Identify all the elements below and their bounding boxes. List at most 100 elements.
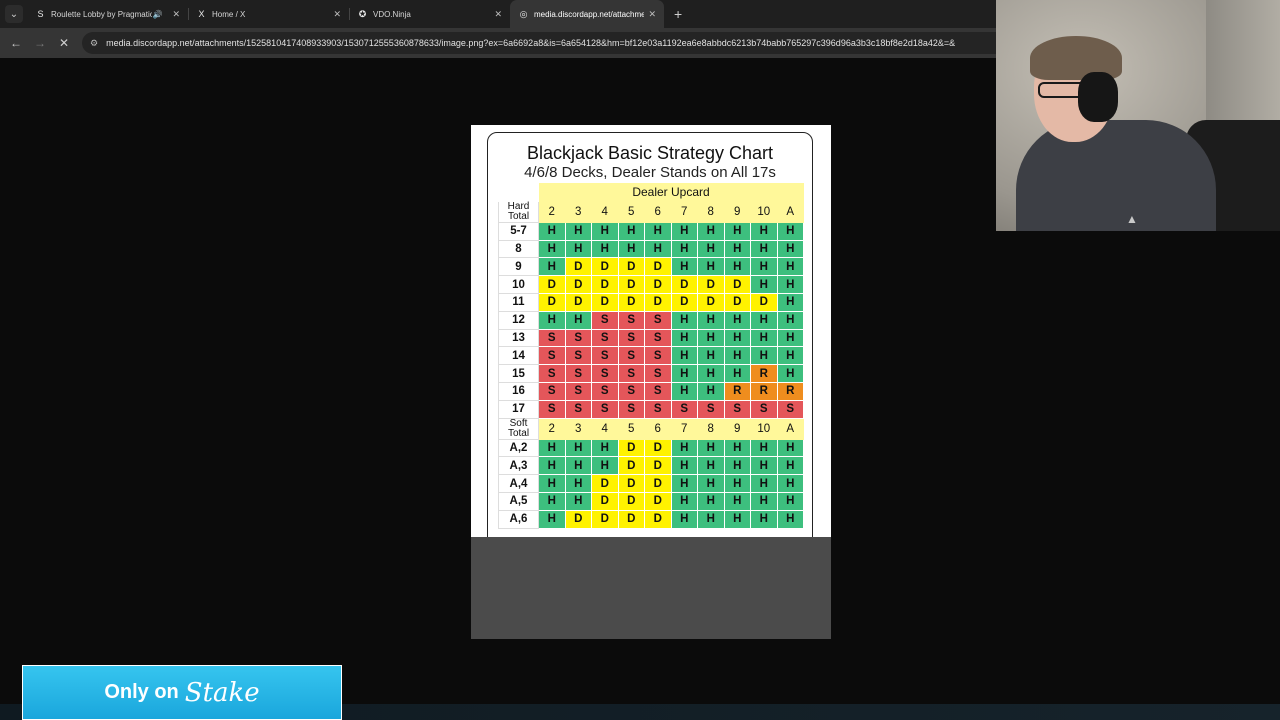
- strategy-cell: H: [697, 257, 725, 277]
- chevron-down-icon[interactable]: ⌄: [5, 5, 23, 23]
- row-label: A,6: [498, 509, 539, 529]
- strategy-cell: H: [697, 456, 725, 476]
- webcam-person-body: [1016, 120, 1216, 231]
- strategy-cell: H: [591, 221, 619, 241]
- strategy-cell: D: [644, 292, 672, 312]
- strategy-cell: S: [538, 399, 566, 419]
- tab-0[interactable]: S Roulette Lobby by Pragmatic 🔊 ✕: [27, 0, 188, 28]
- strategy-cell: S: [538, 364, 566, 383]
- hard-upcard-row: Hard Total 2 3 4 5 6 7 8 9 10 A: [498, 200, 804, 223]
- strategy-cell: H: [723, 310, 751, 330]
- row-label: 16: [498, 381, 539, 401]
- upcard-10: 10: [750, 200, 778, 223]
- row-label: 9: [498, 257, 539, 277]
- strategy-cell: H: [670, 381, 698, 401]
- tab-title: VDO.Ninja: [373, 9, 411, 19]
- strategy-cell: H: [776, 456, 804, 476]
- banner-text: Only on: [104, 681, 179, 703]
- strategy-cell: H: [670, 491, 698, 511]
- strategy-cell: H: [697, 474, 725, 493]
- screen: ⌄ S Roulette Lobby by Pragmatic 🔊 ✕ X Home / …: [0, 0, 1280, 720]
- chart-subtitle: 4/6/8 Decks, Dealer Stands on All 17s: [524, 164, 776, 181]
- sponsor-banner: Only on Stake: [22, 665, 342, 720]
- strategy-cell: H: [723, 456, 751, 476]
- speaker-icon[interactable]: 🔊: [152, 10, 162, 19]
- strategy-cell: H: [670, 509, 698, 529]
- upcard-3: 3: [564, 417, 592, 440]
- strategy-cell: H: [776, 310, 804, 330]
- close-icon[interactable]: ✕: [494, 9, 502, 20]
- upcard-10: 10: [750, 417, 778, 440]
- strategy-row: A,6 H D D D D H H H H H: [498, 509, 804, 529]
- site-info-icon[interactable]: ⚙: [90, 38, 98, 49]
- strategy-row: 10 D D D D D D D D H H: [498, 275, 804, 294]
- strategy-cell: S: [564, 328, 592, 348]
- strategy-cell: H: [723, 221, 751, 241]
- strategy-cell: D: [670, 292, 698, 312]
- plus-icon[interactable]: +: [674, 6, 682, 22]
- strategy-row: 16 S S S S S H H R R R: [498, 381, 804, 401]
- strategy-cell: H: [776, 364, 804, 383]
- upcard-5: 5: [617, 200, 645, 223]
- strategy-cell: H: [697, 509, 725, 529]
- strategy-cell: H: [723, 346, 751, 366]
- tab-2[interactable]: ✪ VDO.Ninja ✕: [349, 0, 510, 28]
- tab-favicon-icon: X: [198, 9, 205, 19]
- strategy-cell: R: [776, 381, 804, 401]
- strategy-cell: S: [617, 346, 645, 366]
- strategy-cell: H: [723, 239, 751, 259]
- strategy-cell: H: [564, 491, 592, 511]
- strategy-row: A,3 H H H D D H H H H H: [498, 456, 804, 476]
- strategy-cell: D: [697, 292, 725, 312]
- strategy-cell: H: [538, 438, 566, 458]
- hard-total-label: Hard Total: [498, 200, 539, 223]
- strategy-cell: H: [697, 381, 725, 401]
- strategy-cell: H: [538, 456, 566, 476]
- strategy-cell: H: [697, 491, 725, 511]
- strategy-cell: H: [776, 292, 804, 312]
- strategy-row: 9HDDDDHHHHH: [498, 257, 804, 277]
- strategy-cell: S: [617, 399, 645, 419]
- strategy-cell: H: [564, 221, 592, 241]
- strategy-cell: H: [697, 328, 725, 348]
- tab-1[interactable]: X Home / X ✕: [188, 0, 349, 28]
- close-icon[interactable]: ✕: [333, 9, 341, 20]
- tab-favicon-icon: S: [37, 9, 44, 19]
- stop-loading-icon[interactable]: ✕: [52, 36, 76, 50]
- strategy-cell: S: [617, 328, 645, 348]
- strategy-cell: H: [538, 509, 566, 529]
- strategy-cell: H: [776, 509, 804, 529]
- strategy-cell: S: [591, 346, 619, 366]
- forward-arrow-icon[interactable]: →: [28, 36, 52, 50]
- address-bar[interactable]: ⚙ media.discordapp.net/attachments/15258…: [82, 32, 996, 54]
- tab-3[interactable]: ◎ media.discordapp.net/attachments ✕: [510, 0, 664, 28]
- back-arrow-icon[interactable]: ←: [4, 36, 28, 50]
- strategy-cell: S: [538, 346, 566, 366]
- strategy-cell: H: [564, 456, 592, 476]
- image-viewer: Blackjack Basic Strategy Chart 4/6/8 Dec…: [471, 125, 831, 639]
- close-icon[interactable]: ✕: [172, 9, 180, 20]
- strategy-cell: D: [617, 491, 645, 511]
- strategy-cell: H: [591, 456, 619, 476]
- strategy-cell: H: [750, 474, 778, 493]
- strategy-cell: H: [723, 328, 751, 348]
- upcard-6: 6: [644, 200, 672, 223]
- strategy-cell: D: [538, 292, 566, 312]
- strategy-cell: D: [644, 474, 672, 493]
- strategy-cell: D: [617, 509, 645, 529]
- strategy-table: Dealer Upcard Hard Total 2 3 4 5 6 7 8 9 10 A 5-7 H H H H…: [498, 183, 804, 529]
- strategy-cell: S: [617, 364, 645, 383]
- strategy-row: 11 D D D D D D D D D H: [498, 292, 804, 312]
- strategy-cell: H: [750, 239, 778, 259]
- strategy-cell: S: [591, 310, 619, 330]
- strategy-row: 12 H H S S S H H H H H: [498, 310, 804, 330]
- strategy-cell: D: [617, 292, 645, 312]
- strategy-cell: H: [750, 275, 778, 294]
- strategy-cell: H: [538, 221, 566, 241]
- upcard-3: 3: [564, 200, 592, 223]
- strategy-cell: S: [591, 328, 619, 348]
- strategy-cell: H: [750, 221, 778, 241]
- close-icon[interactable]: ✕: [648, 9, 656, 20]
- upcard-A: A: [776, 200, 804, 223]
- url-text[interactable]: media.discordapp.net/attachments/1525810…: [106, 38, 955, 48]
